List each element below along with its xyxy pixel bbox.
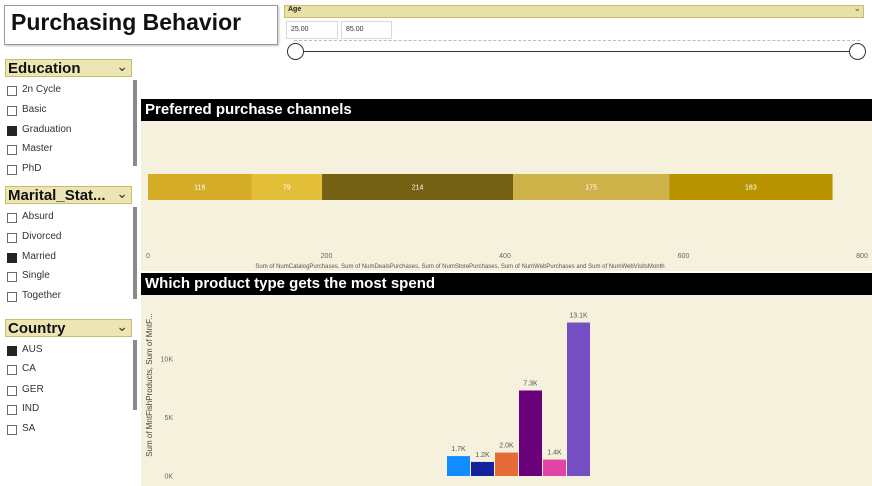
channel-data-label: 116 (194, 185, 205, 192)
checkbox[interactable] (7, 346, 17, 356)
product-spend-bar[interactable] (543, 459, 566, 476)
product-spend-bar[interactable] (567, 322, 590, 476)
product-spend-data-label: 13.1K (569, 313, 588, 320)
checkbox[interactable] (7, 425, 17, 435)
channel-data-label: 175 (585, 185, 597, 192)
country-scrollbar[interactable] (133, 340, 137, 410)
channel-data-label: 214 (412, 185, 424, 192)
age-slider-track[interactable] (294, 51, 857, 52)
checkbox[interactable] (7, 106, 17, 116)
checkbox[interactable] (7, 405, 17, 415)
x-axis-tick-label: 0 (146, 253, 150, 260)
checkbox[interactable] (7, 213, 17, 223)
product-spend-data-label: 1.2K (475, 452, 490, 459)
education-scrollbar[interactable] (133, 80, 137, 166)
checkbox[interactable] (7, 165, 17, 175)
x-axis-tick-label: 200 (321, 253, 333, 260)
product-spend-bar[interactable] (471, 461, 494, 476)
y-axis-tick-label: 10K (161, 356, 174, 363)
x-axis-tick-label: 800 (856, 253, 868, 260)
checkbox[interactable] (7, 386, 17, 396)
chevron-down-icon[interactable]: ⌄ (853, 3, 861, 14)
x-axis-tick-label: 600 (678, 253, 690, 260)
checkbox[interactable] (7, 253, 17, 263)
age-slicer-title: Age (288, 6, 302, 13)
purchase-channels-chart[interactable]: 116 79 214 175 183 0 200 400 600 800 Sum of NumCat… (141, 121, 872, 271)
checkbox[interactable] (7, 365, 17, 375)
channel-data-label: 79 (283, 185, 291, 192)
education-slicer-header[interactable]: Education ⌄ (5, 58, 132, 77)
checkbox[interactable] (7, 126, 17, 136)
age-min-input[interactable]: 25.00 (286, 21, 338, 39)
product-spend-title: Which product type gets the most spend (141, 273, 872, 295)
age-slider-max-handle[interactable] (849, 43, 866, 60)
x-axis-tick-label: 400 (499, 253, 511, 260)
y-axis-label: Sum of MntFishProducts, Sum of MntF... (145, 313, 154, 457)
checkbox[interactable] (7, 86, 17, 96)
checkbox[interactable] (7, 272, 17, 282)
product-spend-bar[interactable] (495, 452, 518, 476)
country-slicer-title: Country (8, 320, 66, 337)
checkbox[interactable] (7, 145, 17, 155)
age-slicer-header[interactable]: Age ⌄ (284, 3, 864, 18)
marital-status-scrollbar[interactable] (133, 207, 137, 299)
product-spend-bar[interactable] (519, 390, 542, 476)
marital-status-slicer-title: Marital_Stat... (8, 187, 106, 204)
product-spend-data-label: 2.0K (499, 443, 514, 450)
chevron-down-icon[interactable]: ⌄ (116, 58, 128, 75)
report-title-box: Purchasing Behavior (4, 5, 278, 45)
divider (294, 40, 860, 41)
chevron-down-icon[interactable]: ⌄ (116, 185, 128, 202)
channel-data-label: 183 (745, 185, 757, 192)
x-axis-label: Sum of NumCatalogPurchases, Sum of NumDe… (255, 264, 664, 270)
age-slider-min-handle[interactable] (287, 43, 304, 60)
page-title: Purchasing Behavior (11, 9, 242, 35)
product-spend-bar[interactable] (447, 456, 470, 476)
checkbox[interactable] (7, 233, 17, 243)
checkbox[interactable] (7, 292, 17, 302)
y-axis-tick-label: 0K (164, 474, 173, 481)
product-spend-chart[interactable]: 0K 5K 10K Sum of MntFishProducts, Sum of Mn… (141, 295, 872, 486)
product-spend-data-label: 1.4K (547, 450, 562, 457)
age-max-input[interactable]: 85.00 (341, 21, 392, 39)
product-spend-data-label: 7.3K (523, 380, 538, 387)
marital-status-slicer-header[interactable]: Marital_Stat... ⌄ (5, 185, 132, 204)
country-slicer-header[interactable]: Country ⌄ (5, 318, 132, 337)
chevron-down-icon[interactable]: ⌄ (116, 318, 128, 335)
purchase-channels-title: Preferred purchase channels (141, 99, 872, 121)
product-spend-data-label: 1.7K (451, 446, 466, 453)
y-axis-tick-label: 5K (164, 415, 173, 422)
education-slicer-title: Education (8, 60, 81, 77)
